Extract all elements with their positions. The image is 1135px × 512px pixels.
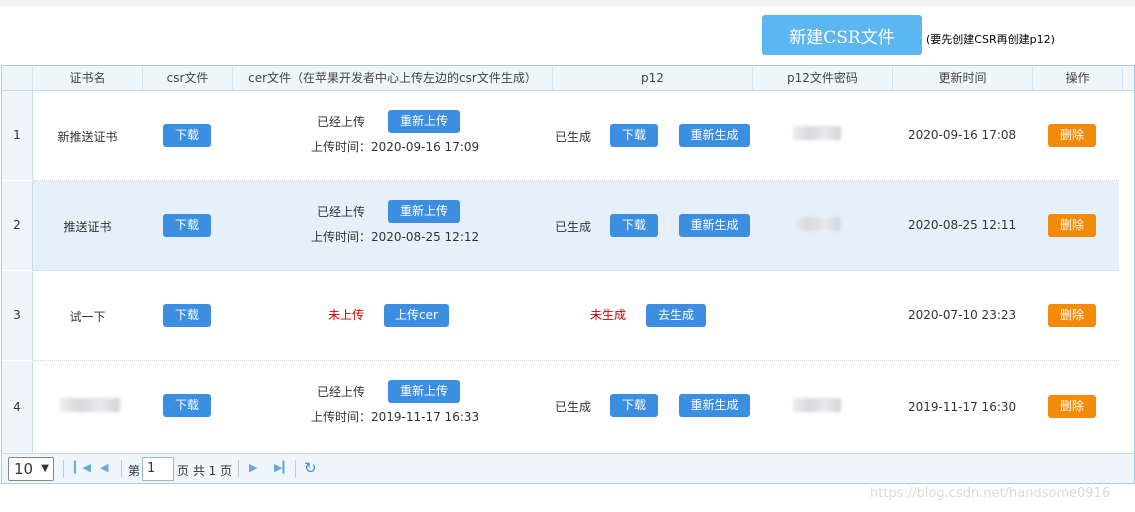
cert-name: 试一下 [69, 310, 106, 324]
header-index [2, 66, 33, 90]
p12-password-blurred [793, 398, 841, 412]
delete-button[interactable]: 删除 [1048, 395, 1096, 418]
p12-status: 未生成 [590, 308, 627, 322]
table-row[interactable]: 新推送证书 下载 已经上传 重新上传 上传时间：2020-09-16 17:09… [33, 91, 1119, 181]
header-updated-time: 更新时间 [893, 66, 1033, 90]
updated-time: 2019-11-17 16:30 [908, 400, 1017, 414]
table-row[interactable]: 推送证书 下载 已经上传 重新上传 上传时间：2020-08-25 12:12 … [33, 181, 1119, 271]
pager-divider [295, 460, 296, 478]
updated-time: 2020-09-16 17:08 [908, 128, 1017, 142]
header-p12-password: p12文件密码 [753, 66, 893, 90]
cer-reupload-button[interactable]: 重新上传 [388, 380, 460, 403]
new-csr-button[interactable]: 新建CSR文件 [762, 15, 922, 55]
page-prefix-label: 第 [128, 464, 141, 478]
p12-regenerate-button[interactable]: 重新生成 [679, 394, 750, 417]
cert-name: 新推送证书 [57, 130, 118, 144]
row-number: 3 [2, 271, 33, 360]
watermark: https://blog.csdn.net/handsome0916 [870, 486, 1111, 501]
header-cert-name: 证书名 [33, 66, 143, 90]
p12-password-blurred [793, 126, 841, 140]
row-number: 2 [2, 181, 33, 270]
csr-download-button[interactable]: 下载 [163, 394, 211, 417]
cer-reupload-button[interactable]: 重新上传 [388, 110, 460, 133]
cer-status: 已经上传 [317, 385, 366, 399]
table-row[interactable]: 试一下 下载 未上传 上传cer 未生成 去生成 2020-07-10 23:2… [33, 271, 1119, 361]
cer-status: 未上传 [328, 308, 365, 322]
cer-reupload-button[interactable]: 重新上传 [388, 200, 460, 223]
cert-name-blurred [60, 398, 120, 412]
cer-upload-time: 上传时间：2020-09-16 17:09 [311, 140, 480, 154]
certificate-grid: 证书名 csr文件 cer文件（在苹果开发者中心上传左边的csr文件生成） p1… [1, 65, 1135, 484]
csr-hint-text: (要先创建CSR再创建p12) [926, 33, 1055, 46]
pager-divider [238, 460, 239, 478]
p12-status: 已生成 [555, 220, 592, 234]
pager-divider [121, 460, 122, 478]
first-page-icon[interactable]: ▎◀ [74, 461, 91, 474]
top-strip [0, 0, 1135, 6]
cer-upload-time: 上传时间：2020-08-25 12:12 [311, 230, 480, 244]
page-number-input[interactable]: 1 [142, 457, 174, 481]
p12-password-blurred [793, 217, 841, 231]
p12-download-button[interactable]: 下载 [610, 394, 658, 417]
page-size-select[interactable]: 10 ▼ [8, 457, 54, 481]
p12-regenerate-button[interactable]: 重新生成 [679, 124, 750, 147]
cert-name: 推送证书 [63, 220, 112, 234]
delete-button[interactable]: 删除 [1048, 124, 1096, 147]
header-csr-file: csr文件 [143, 66, 233, 90]
pager-divider [63, 460, 64, 478]
header-cer-file: cer文件（在苹果开发者中心上传左边的csr文件生成） [233, 66, 553, 90]
chevron-down-icon: ▼ [41, 463, 49, 474]
refresh-icon[interactable]: ↻ [304, 459, 317, 477]
next-page-icon[interactable]: ▶ [249, 461, 257, 474]
cer-status: 已经上传 [317, 115, 366, 129]
delete-button[interactable]: 删除 [1048, 304, 1096, 327]
page-size-value: 10 [14, 460, 34, 478]
p12-regenerate-button[interactable]: 重新生成 [679, 214, 750, 237]
p12-generate-button[interactable]: 去生成 [646, 304, 706, 327]
grid-header: 证书名 csr文件 cer文件（在苹果开发者中心上传左边的csr文件生成） p1… [2, 66, 1134, 91]
cer-upload-time: 上传时间：2019-11-17 16:33 [311, 410, 480, 424]
delete-button[interactable]: 删除 [1048, 214, 1096, 237]
cer-status: 已经上传 [317, 205, 366, 219]
pagination-bar: 10 ▼ ▎◀ ◀ 第 1 页 共 1 页 ▶ ▶▎ ↻ [2, 453, 1134, 483]
page-total-label: 页 共 1 页 [177, 464, 233, 478]
csr-download-button[interactable]: 下载 [163, 214, 211, 237]
prev-page-icon[interactable]: ◀ [100, 461, 108, 474]
row-number: 4 [2, 361, 33, 453]
p12-download-button[interactable]: 下载 [610, 214, 658, 237]
csr-download-button[interactable]: 下载 [163, 304, 211, 327]
p12-download-button[interactable]: 下载 [610, 124, 658, 147]
updated-time: 2020-08-25 12:11 [908, 218, 1017, 232]
row-number: 1 [2, 91, 33, 180]
csr-download-button[interactable]: 下载 [163, 124, 211, 147]
header-p12: p12 [553, 66, 753, 90]
p12-status: 已生成 [555, 400, 592, 414]
last-page-icon[interactable]: ▶▎ [274, 461, 291, 474]
updated-time: 2020-07-10 23:23 [908, 308, 1017, 322]
header-action: 操作 [1033, 66, 1123, 90]
p12-status: 已生成 [555, 130, 592, 144]
table-row[interactable]: 下载 已经上传 重新上传 上传时间：2019-11-17 16:33 已生成 下… [33, 361, 1119, 453]
cer-upload-button[interactable]: 上传cer [384, 304, 449, 327]
